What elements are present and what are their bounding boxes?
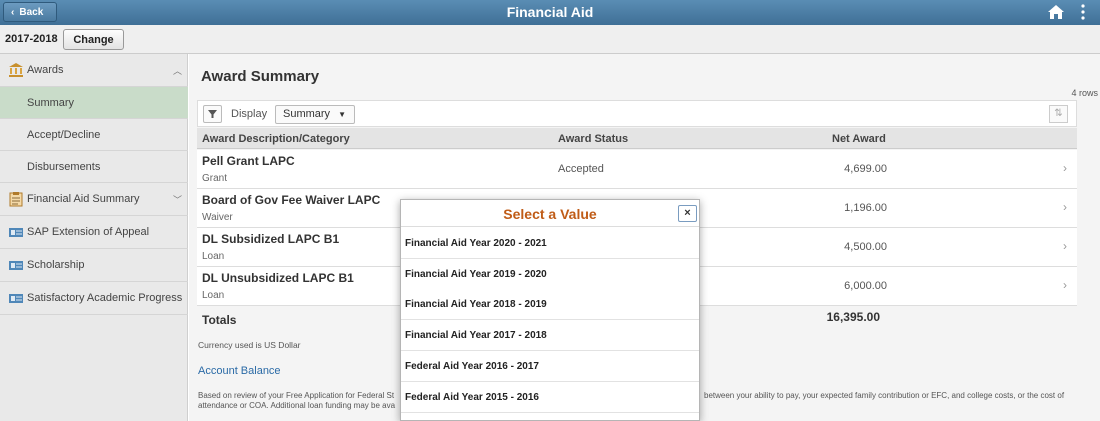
column-header-description[interactable]: Award Description/Category (202, 133, 350, 145)
change-year-button[interactable]: Change (63, 29, 124, 50)
option-label: Financial Aid Year 2019 - 2020 (405, 269, 547, 280)
option-label: Federal Aid Year 2016 - 2017 (405, 361, 539, 372)
net-award: 4,500.00 (844, 241, 887, 253)
totals-label: Totals (202, 313, 237, 327)
filter-icon (208, 110, 217, 118)
totals-value: 16,395.00 (826, 310, 880, 324)
grid-header: Award Description/Category Award Status … (197, 128, 1077, 149)
close-button[interactable]: × (678, 205, 697, 222)
info-text-line-2: between your ability to pay, your expect… (704, 391, 1065, 400)
dialog-title: Select a Value (503, 206, 597, 222)
id-card-icon (9, 261, 23, 270)
grid-toolbar: Display Summary ▼ ⇅ (197, 100, 1077, 127)
info-text-line-1: Based on review of your Free Application… (198, 391, 395, 400)
option-label: Federal Aid Year 2015 - 2016 (405, 392, 539, 403)
sidebar-item-label: Financial Aid Summary (27, 193, 140, 205)
award-category: Loan (202, 251, 225, 262)
chevron-right-icon: › (1063, 161, 1067, 175)
sidebar-item-scholarship[interactable]: Scholarship (0, 249, 188, 281)
page-title: Award Summary (201, 68, 320, 85)
display-select[interactable]: Summary ▼ (275, 105, 355, 124)
option-label: Financial Aid Year 2018 - 2019 (405, 299, 547, 310)
dropdown-arrow-icon: ▼ (338, 110, 346, 119)
sidebar-item-financial-aid-summary[interactable]: Financial Aid Summary ﹀ (0, 183, 188, 215)
header-bar: ‹ Back Financial Aid (0, 0, 1100, 25)
award-description: DL Subsidized LAPC B1 (202, 232, 340, 246)
account-balance-link[interactable]: Account Balance (198, 365, 281, 377)
clipboard-icon (9, 192, 23, 207)
award-category: Waiver (202, 212, 233, 223)
kebab-menu-icon[interactable] (1080, 4, 1086, 20)
award-description: Board of Gov Fee Waiver LAPC (202, 193, 381, 207)
list-item[interactable]: Financial Aid Year 2018 - 2019 (401, 289, 699, 320)
award-description: DL Unsubsidized LAPC B1 (202, 271, 354, 285)
select-value-dialog: Select a Value × Financial Aid Year 2020… (400, 199, 700, 421)
award-description: Pell Grant LAPC (202, 154, 295, 168)
net-award: 4,699.00 (844, 163, 887, 175)
chevron-right-icon: › (1063, 239, 1067, 253)
net-award: 1,196.00 (844, 202, 887, 214)
sidebar-item-label: Awards (27, 64, 64, 76)
display-label: Display (231, 108, 268, 120)
list-item[interactable]: Federal Aid Year 2015 - 2016 (401, 382, 699, 413)
close-icon: × (684, 207, 691, 219)
sidebar-item-accept-decline[interactable]: Accept/Decline (0, 119, 188, 150)
award-status: Accepted (558, 163, 604, 175)
award-category: Loan (202, 290, 225, 301)
sidebar-nav: Awards ︿ Summary Accept/Decline Disburse… (0, 54, 188, 421)
list-item[interactable]: Financial Aid Year 2017 - 2018 (401, 320, 699, 351)
chevron-right-icon: › (1063, 278, 1067, 292)
sidebar-item-disbursements[interactable]: Disbursements (0, 151, 188, 182)
id-card-icon (9, 294, 23, 303)
page-header-title: Financial Aid (506, 4, 594, 20)
award-category: Grant (202, 173, 228, 184)
divider (0, 314, 188, 315)
sidebar-item-label: Satisfactory Academic Progress (27, 292, 183, 304)
filter-button[interactable] (203, 105, 222, 123)
bank-icon (9, 63, 23, 77)
chevron-up-icon: ︿ (172, 65, 182, 76)
sidebar-item-label: Disbursements (27, 160, 101, 173)
currency-note: Currency used is US Dollar (198, 340, 301, 350)
rows-count: 4 rows (1071, 88, 1098, 98)
chevron-down-icon: ﹀ (172, 194, 182, 205)
sidebar-item-sap-extension[interactable]: SAP Extension of Appeal (0, 216, 188, 248)
column-header-status[interactable]: Award Status (558, 133, 628, 145)
sort-icon: ⇅ (1054, 108, 1063, 119)
sidebar-item-satisfactory-academic-progress[interactable]: Satisfactory Academic Progress (0, 282, 188, 314)
sidebar-item-awards[interactable]: Awards ︿ (0, 54, 188, 86)
table-row[interactable]: Pell Grant LAPC Grant Accepted 4,699.00 … (197, 150, 1077, 189)
info-text-line-3: attendance or COA. Additional loan fundi… (198, 401, 396, 410)
aid-year-bar: 2017-2018 Change (0, 25, 1100, 54)
net-award: 6,000.00 (844, 280, 887, 292)
id-card-icon (9, 228, 23, 237)
display-select-value: Summary (283, 108, 331, 120)
sidebar-item-label: SAP Extension of Appeal (27, 226, 150, 238)
aid-year-label: 2017-2018 (5, 33, 58, 45)
option-label: Financial Aid Year 2020 - 2021 (405, 238, 547, 249)
list-item[interactable]: Financial Aid Year 2020 - 2021 (401, 228, 699, 259)
home-icon[interactable] (1047, 3, 1065, 21)
sidebar-item-label: Accept/Decline (27, 128, 101, 141)
dialog-header: Select a Value × (401, 200, 699, 227)
chevron-right-icon: › (1063, 200, 1067, 214)
option-label: Financial Aid Year 2017 - 2018 (405, 330, 547, 341)
sidebar-item-label: Summary (27, 96, 75, 109)
sidebar-item-summary[interactable]: Summary (0, 87, 188, 118)
column-header-net-award[interactable]: Net Award (832, 133, 886, 145)
list-item[interactable]: Federal Aid Year 2016 - 2017 (401, 351, 699, 382)
sort-button[interactable]: ⇅ (1049, 105, 1068, 123)
sidebar-item-label: Scholarship (27, 259, 85, 271)
list-item[interactable]: Financial Aid Year 2019 - 2020 (401, 259, 699, 290)
